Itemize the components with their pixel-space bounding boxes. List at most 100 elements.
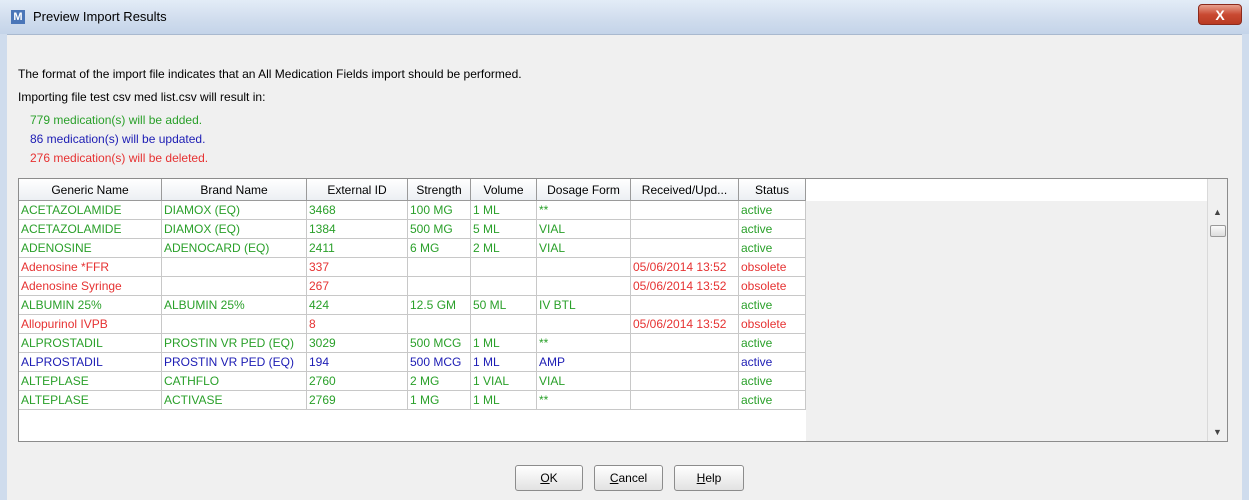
- cell-received-updated: [631, 372, 739, 391]
- cell-brand-name: DIAMOX (EQ): [162, 220, 307, 239]
- cell-volume: 5 ML: [471, 220, 537, 239]
- table-row[interactable]: Adenosine Syringe 267 05/06/2014 13:52 obso…: [19, 277, 806, 296]
- cell-dosage-form: [537, 258, 631, 277]
- cell-external-id: 1384: [307, 220, 408, 239]
- cell-dosage-form: [537, 315, 631, 334]
- cell-brand-name: DIAMOX (EQ): [162, 201, 307, 220]
- cell-dosage-form: VIAL: [537, 239, 631, 258]
- table-row[interactable]: ALPROSTADIL PROSTIN VR PED (EQ) 3029 500 MC…: [19, 334, 806, 353]
- app-icon: M: [11, 10, 25, 24]
- cell-status: obsolete: [739, 315, 806, 334]
- cell-external-id: 267: [307, 277, 408, 296]
- cell-volume: 1 VIAL: [471, 372, 537, 391]
- cell-brand-name: PROSTIN VR PED (EQ): [162, 334, 307, 353]
- cell-generic-name: ADENOSINE: [19, 239, 162, 258]
- cell-generic-name: Adenosine *FFR: [19, 258, 162, 277]
- cell-strength: [408, 258, 471, 277]
- cell-received-updated: [631, 391, 739, 410]
- table-row[interactable]: Allopurinol IVPB 8 05/06/2014 13:52 obsolet…: [19, 315, 806, 334]
- column-header-dosage-form[interactable]: Dosage Form: [537, 179, 631, 201]
- window-frame-left: [0, 34, 7, 500]
- summary-added: 779 medication(s) will be added.: [30, 113, 203, 127]
- cell-generic-name: Adenosine Syringe: [19, 277, 162, 296]
- column-header-brand-name[interactable]: Brand Name: [162, 179, 307, 201]
- cell-volume: [471, 258, 537, 277]
- cell-brand-name: [162, 277, 307, 296]
- cell-brand-name: ACTIVASE: [162, 391, 307, 410]
- cell-strength: 100 MG: [408, 201, 471, 220]
- cell-generic-name: ALTEPLASE: [19, 372, 162, 391]
- cell-external-id: 2411: [307, 239, 408, 258]
- table-row[interactable]: ALPROSTADIL PROSTIN VR PED (EQ) 194 500 MCG…: [19, 353, 806, 372]
- column-header-strength[interactable]: Strength: [408, 179, 471, 201]
- cell-strength: [408, 277, 471, 296]
- column-header-status[interactable]: Status: [739, 179, 806, 201]
- cell-external-id: 194: [307, 353, 408, 372]
- table-row[interactable]: Adenosine *FFR 337 05/06/2014 13:52 obsolet…: [19, 258, 806, 277]
- cell-status: active: [739, 353, 806, 372]
- cell-volume: 1 ML: [471, 391, 537, 410]
- cancel-button[interactable]: Cancel: [594, 465, 663, 491]
- cell-volume: 1 ML: [471, 353, 537, 372]
- cell-generic-name: Allopurinol IVPB: [19, 315, 162, 334]
- cell-dosage-form: **: [537, 334, 631, 353]
- cell-volume: 2 ML: [471, 239, 537, 258]
- cell-brand-name: PROSTIN VR PED (EQ): [162, 353, 307, 372]
- table-row[interactable]: ACETAZOLAMIDE DIAMOX (EQ) 3468 100 MG 1 ML **…: [19, 201, 806, 220]
- cell-external-id: 2760: [307, 372, 408, 391]
- column-header-external-id[interactable]: External ID: [307, 179, 408, 201]
- ok-button[interactable]: OK: [515, 465, 583, 491]
- cell-dosage-form: VIAL: [537, 372, 631, 391]
- help-button[interactable]: Help: [674, 465, 744, 491]
- table-row[interactable]: ALBUMIN 25% ALBUMIN 25% 424 12.5 GM 50 ML IV …: [19, 296, 806, 315]
- cell-received-updated: [631, 201, 739, 220]
- cell-received-updated: 05/06/2014 13:52: [631, 315, 739, 334]
- table-header: Generic Name Brand Name External ID Stre…: [19, 179, 1227, 201]
- cell-received-updated: [631, 239, 739, 258]
- cell-generic-name: ALBUMIN 25%: [19, 296, 162, 315]
- cell-received-updated: [631, 220, 739, 239]
- table-row[interactable]: ALTEPLASE ACTIVASE 2769 1 MG 1 ML ** active: [19, 391, 806, 410]
- cell-received-updated: 05/06/2014 13:52: [631, 258, 739, 277]
- cell-status: active: [739, 391, 806, 410]
- cell-dosage-form: IV BTL: [537, 296, 631, 315]
- cell-dosage-form: **: [537, 201, 631, 220]
- close-button[interactable]: X: [1198, 4, 1242, 25]
- cell-status: active: [739, 296, 806, 315]
- cell-brand-name: [162, 258, 307, 277]
- cell-strength: 500 MCG: [408, 353, 471, 372]
- table-row[interactable]: ACETAZOLAMIDE DIAMOX (EQ) 1384 500 MG 5 ML VI…: [19, 220, 806, 239]
- table-row[interactable]: ADENOSINE ADENOCARD (EQ) 2411 6 MG 2 ML VIAL a…: [19, 239, 806, 258]
- cell-brand-name: ALBUMIN 25%: [162, 296, 307, 315]
- column-header-generic-name[interactable]: Generic Name: [19, 179, 162, 201]
- cell-strength: 2 MG: [408, 372, 471, 391]
- cell-volume: [471, 315, 537, 334]
- cell-strength: 500 MG: [408, 220, 471, 239]
- cell-strength: 6 MG: [408, 239, 471, 258]
- cell-dosage-form: **: [537, 391, 631, 410]
- results-table[interactable]: Generic Name Brand Name External ID Stre…: [18, 178, 1228, 442]
- cell-strength: 12.5 GM: [408, 296, 471, 315]
- table-row[interactable]: ALTEPLASE CATHFLO 2760 2 MG 1 VIAL VIAL active: [19, 372, 806, 391]
- cell-volume: 1 ML: [471, 334, 537, 353]
- scroll-up-arrow-icon[interactable]: ▲: [1213, 207, 1222, 217]
- column-header-received-updated[interactable]: Received/Upd...: [631, 179, 739, 201]
- cell-brand-name: CATHFLO: [162, 372, 307, 391]
- cell-external-id: 424: [307, 296, 408, 315]
- column-header-volume[interactable]: Volume: [471, 179, 537, 201]
- cell-generic-name: ALTEPLASE: [19, 391, 162, 410]
- cell-status: active: [739, 239, 806, 258]
- cell-external-id: 337: [307, 258, 408, 277]
- vertical-scrollbar[interactable]: ▲ ▼: [1207, 179, 1227, 441]
- format-message: The format of the import file indicates …: [18, 67, 522, 81]
- cell-received-updated: [631, 296, 739, 315]
- scroll-thumb[interactable]: [1210, 225, 1226, 237]
- cell-brand-name: ADENOCARD (EQ): [162, 239, 307, 258]
- cell-status: obsolete: [739, 277, 806, 296]
- cell-received-updated: 05/06/2014 13:52: [631, 277, 739, 296]
- cell-volume: 1 ML: [471, 201, 537, 220]
- cell-generic-name: ALPROSTADIL: [19, 334, 162, 353]
- scroll-down-arrow-icon[interactable]: ▼: [1213, 427, 1222, 437]
- cell-strength: 500 MCG: [408, 334, 471, 353]
- cell-brand-name: [162, 315, 307, 334]
